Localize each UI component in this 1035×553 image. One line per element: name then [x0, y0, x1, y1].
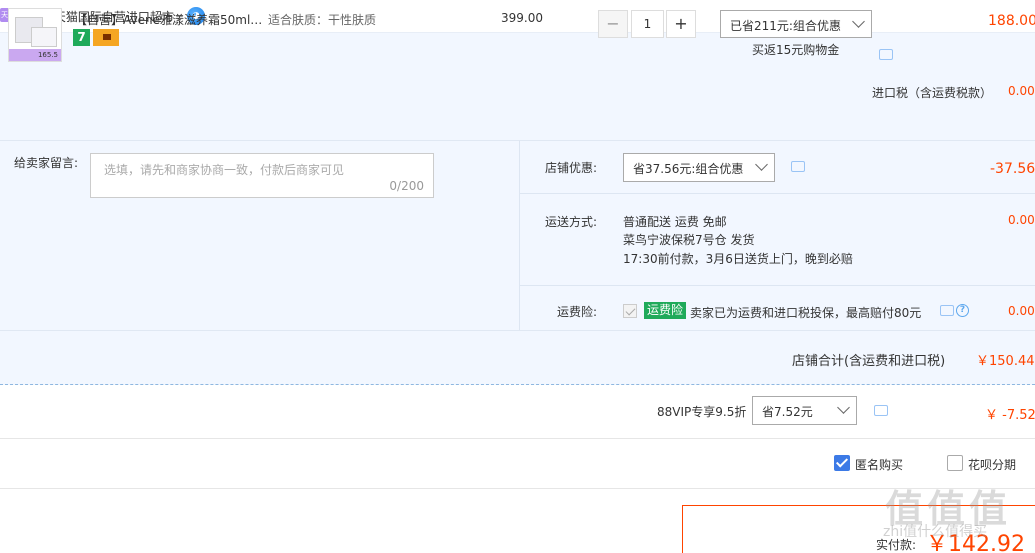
- shipping-delivery-promise: 17:30前付款，3月6日送货上门，晚到必赔: [623, 252, 853, 266]
- seller-message-count: 0/200: [389, 179, 424, 193]
- shipping-insurance-checkbox: [623, 304, 637, 318]
- help-icon[interactable]: ?: [956, 304, 969, 317]
- vip-comment-icon[interactable]: [874, 405, 888, 416]
- cashback-text: 买返15元购物金: [752, 43, 840, 57]
- quantity-stepper: − 1 +: [598, 10, 698, 38]
- credit-card-icon: [93, 29, 119, 46]
- chevron-down-icon: [837, 401, 850, 414]
- product-thumbnail[interactable]: 165.5: [8, 8, 62, 62]
- shipping-warehouse: 菜鸟宁波保税7号仓 发货: [623, 233, 755, 247]
- item-total-price: 188.00: [988, 13, 1035, 29]
- promo-comment-icon[interactable]: [879, 49, 893, 60]
- chevron-down-icon: [755, 158, 768, 171]
- seven-day-return-badge: 7: [73, 29, 90, 46]
- import-tax-label: 进口税（含运费税款）: [872, 86, 993, 100]
- seller-message-input[interactable]: 选填，请先和商家协商一致，付款后商家可见 0/200: [90, 153, 434, 198]
- divider: [0, 488, 1035, 489]
- divider: [519, 193, 1035, 194]
- shipping-insurance-tag: 运费险: [644, 302, 687, 319]
- shop-discount-selected: 省37.56元:组合优惠: [633, 162, 744, 176]
- shop-total-label: 店铺合计(含运费和进口税): [792, 354, 946, 369]
- shipping-insurance-label: 运费险:: [557, 305, 598, 319]
- vip-discount-label: 88VIP专享9.5折: [657, 405, 747, 419]
- shipping-insurance-text: 卖家已为运费和进口税投保，最高赔付80元: [690, 306, 922, 320]
- quantity-increase-button[interactable]: +: [666, 10, 696, 38]
- seller-message-placeholder: 选填，请先和商家协商一致，付款后商家可见: [104, 163, 345, 177]
- import-tax-value: 0.00: [1008, 84, 1035, 98]
- shipping-insurance-value: 0.00: [1008, 304, 1035, 318]
- anonymous-purchase-checkbox[interactable]: [834, 455, 850, 471]
- vip-discount-selected: 省7.52元: [762, 405, 813, 419]
- watermark-text: zhi值什么值得买: [883, 524, 988, 540]
- product-sku-info: 适合肤质：干性肤质: [268, 13, 377, 27]
- insurance-comment-icon[interactable]: [940, 305, 954, 316]
- quantity-input[interactable]: 1: [631, 10, 664, 38]
- discount-comment-icon[interactable]: [791, 161, 805, 172]
- shop-discount-value: -37.56: [990, 161, 1035, 177]
- divider: [0, 438, 1035, 439]
- product-title-link[interactable]: 【自营】Avene雅漾滋养霜50ml…: [75, 11, 262, 28]
- item-promo-selected: 已省211元:组合优惠: [730, 19, 841, 33]
- shipping-fee-value: 0.00: [1008, 213, 1035, 227]
- anonymous-purchase-label[interactable]: 匿名购买: [855, 456, 903, 473]
- shipping-method-label: 运送方式:: [545, 215, 598, 229]
- item-promo-select[interactable]: 已省211元:组合优惠: [720, 10, 872, 38]
- thumbnail-price-strip: 165.5: [9, 49, 61, 61]
- seller-message-label: 给卖家留言:: [14, 156, 79, 170]
- shop-total-value: ￥150.44: [976, 354, 1035, 369]
- vip-discount-select[interactable]: 省7.52元: [752, 396, 857, 425]
- huabei-installment-label[interactable]: 花呗分期: [968, 456, 1016, 473]
- shipping-option: 普通配送 运费 免邮: [623, 215, 727, 229]
- divider: [519, 285, 1035, 286]
- shop-discount-select[interactable]: 省37.56元:组合优惠: [623, 153, 775, 182]
- shop-discount-label: 店铺优惠:: [545, 161, 598, 175]
- chevron-down-icon: [852, 15, 865, 28]
- unit-price: 399.00: [501, 11, 543, 25]
- quantity-decrease-button[interactable]: −: [598, 10, 628, 38]
- huabei-installment-checkbox[interactable]: [947, 455, 963, 471]
- vip-discount-value: ￥ -7.52: [985, 408, 1035, 423]
